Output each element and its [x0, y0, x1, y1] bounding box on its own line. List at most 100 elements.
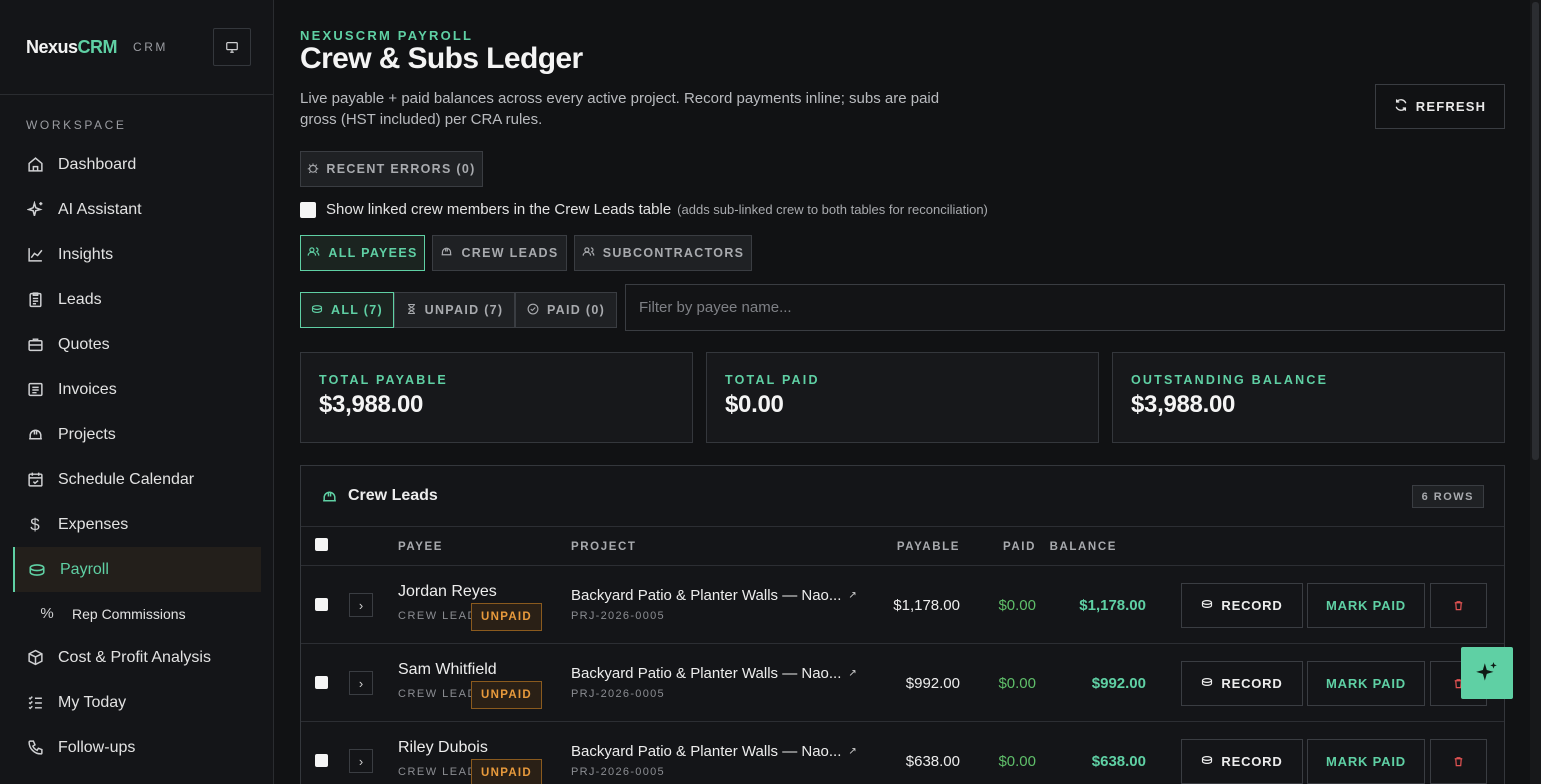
bug-icon: [307, 162, 319, 177]
payee-role: CREW LEAD: [398, 688, 477, 700]
dollar-icon: $: [30, 514, 40, 534]
sidebar-item-label: Expenses: [58, 515, 129, 533]
status-badge: UNPAID: [471, 759, 543, 784]
tab-label: SUBCONTRACTORS: [602, 246, 745, 260]
tab-status-unpaid[interactable]: UNPAID (7): [394, 292, 515, 328]
sidebar-item-payroll[interactable]: Payroll: [13, 547, 261, 592]
sidebar-item-follow-ups[interactable]: Follow-ups: [0, 725, 273, 770]
sidebar-item-label: Payroll: [60, 560, 109, 578]
recent-errors-button[interactable]: RECENT ERRORS (0): [300, 151, 483, 187]
sidebar-item-insights[interactable]: Insights: [0, 232, 273, 277]
expand-row-button[interactable]: ›: [349, 749, 373, 773]
outstanding-balance-card: OUTSTANDING BALANCE $3,988.00: [1112, 352, 1505, 443]
hourglass-icon: [406, 303, 417, 318]
record-payment-button[interactable]: RECORD: [1181, 739, 1303, 784]
delete-row-button[interactable]: [1430, 583, 1487, 628]
brand-logo[interactable]: NexusCRM: [26, 37, 118, 58]
tab-crew-leads[interactable]: CREW LEADS: [432, 235, 567, 271]
ai-assistant-fab-button[interactable]: [1461, 647, 1513, 699]
refresh-label: REFRESH: [1415, 99, 1487, 114]
table-row: › Riley Dubois CREW LEAD UNPAID Backyard…: [301, 722, 1504, 784]
tab-subcontractors[interactable]: SUBCONTRACTORS: [574, 235, 752, 271]
expand-row-button[interactable]: ›: [349, 593, 373, 617]
sidebar-item-projects[interactable]: Projects: [0, 412, 273, 457]
column-project[interactable]: PROJECT: [571, 541, 637, 553]
recent-errors-label: RECENT ERRORS (0): [326, 162, 476, 176]
coins-icon: [1201, 676, 1213, 691]
external-link-icon: ↗: [848, 590, 857, 601]
mark-paid-button[interactable]: MARK PAID: [1307, 739, 1425, 784]
sidebar-item-label: Leads: [58, 290, 102, 308]
sidebar-item-ai-assistant[interactable]: AI Assistant: [0, 187, 273, 232]
project-link[interactable]: Backyard Patio & Planter Walls — Nao... ↗: [571, 587, 857, 604]
total-payable-value: $3,988.00: [319, 391, 424, 418]
page-title: Crew & Subs Ledger: [300, 42, 583, 75]
sidebar-item-expenses[interactable]: $ Expenses: [0, 502, 273, 547]
workspace-section-label: WORKSPACE: [26, 118, 127, 132]
sidebar-item-cost-profit-analysis[interactable]: Cost & Profit Analysis: [0, 635, 273, 680]
sidebar-item-dashboard[interactable]: Dashboard: [0, 142, 273, 187]
check-circle-icon: [527, 303, 539, 318]
record-label: RECORD: [1221, 598, 1283, 613]
record-payment-button[interactable]: RECORD: [1181, 583, 1303, 628]
money-icon: [28, 561, 46, 579]
select-all-checkbox[interactable]: [315, 538, 328, 551]
delete-row-button[interactable]: [1430, 739, 1487, 784]
row-checkbox[interactable]: [315, 754, 328, 767]
tab-status-paid[interactable]: PAID (0): [515, 292, 617, 328]
users-icon: [582, 245, 595, 261]
payee-filter-input[interactable]: [625, 284, 1505, 331]
phone-icon: [26, 739, 44, 757]
column-payable[interactable]: PAYABLE: [897, 541, 960, 553]
home-icon: [26, 156, 44, 174]
page-scrollbar[interactable]: [1530, 0, 1541, 784]
row-checkbox[interactable]: [315, 676, 328, 689]
paid-amount: $0.00: [998, 597, 1036, 614]
scrollbar-thumb[interactable]: [1532, 2, 1539, 460]
project-name: Backyard Patio & Planter Walls — Nao...: [571, 587, 842, 604]
column-paid[interactable]: PAID: [1003, 541, 1036, 553]
expand-row-button[interactable]: ›: [349, 671, 373, 695]
tab-label: ALL PAYEES: [328, 246, 418, 260]
brand-header: NexusCRM CRM: [0, 0, 273, 95]
sidebar-item-leads[interactable]: Leads: [0, 277, 273, 322]
monitor-toggle-button[interactable]: [213, 28, 251, 66]
record-payment-button[interactable]: RECORD: [1181, 661, 1303, 706]
page-subtitle: Live payable + paid balances across ever…: [300, 90, 940, 128]
linked-crew-checkbox[interactable]: [300, 201, 316, 218]
tab-status-all[interactable]: ALL (7): [300, 292, 394, 328]
hardhat-icon: [26, 426, 44, 444]
payable-amount: $1,178.00: [893, 597, 960, 614]
sidebar-item-schedule-calendar[interactable]: Schedule Calendar: [0, 457, 273, 502]
tab-all-payees[interactable]: ALL PAYEES: [300, 235, 425, 271]
app: NexusCRM CRM WORKSPACE Dashboard AI Assi…: [0, 0, 1541, 784]
balance-amount: $992.00: [1091, 675, 1146, 692]
main-content: NEXUSCRM PAYROLL Crew & Subs Ledger Live…: [274, 0, 1541, 784]
sidebar-item-label: Projects: [58, 425, 116, 443]
chevron-right-icon: ›: [358, 597, 364, 613]
paid-amount: $0.00: [998, 753, 1036, 770]
refresh-button[interactable]: REFRESH: [1375, 84, 1505, 129]
mark-paid-button[interactable]: MARK PAID: [1307, 583, 1425, 628]
sidebar-item-label: Cost & Profit Analysis: [58, 648, 211, 666]
payee-name: Jordan Reyes: [398, 583, 497, 600]
project-name: Backyard Patio & Planter Walls — Nao...: [571, 665, 842, 682]
sidebar-item-quotes[interactable]: Quotes: [0, 322, 273, 367]
mark-paid-button[interactable]: MARK PAID: [1307, 661, 1425, 706]
linked-crew-label[interactable]: Show linked crew members in the Crew Lea…: [326, 201, 671, 218]
paid-amount: $0.00: [998, 675, 1036, 692]
external-link-icon: ↗: [848, 668, 857, 679]
sidebar-nav: Dashboard AI Assistant Insights Leads Qu…: [0, 142, 273, 770]
sidebar-item-rep-commissions[interactable]: % Rep Commissions: [0, 592, 273, 635]
linked-crew-hint: (adds sub-linked crew to both tables for…: [677, 202, 988, 217]
column-payee[interactable]: PAYEE: [398, 541, 443, 553]
sidebar-item-invoices[interactable]: Invoices: [0, 367, 273, 412]
coins-icon: [1201, 754, 1213, 769]
brand-subtitle: CRM: [133, 40, 168, 54]
row-checkbox[interactable]: [315, 598, 328, 611]
sidebar-item-my-today[interactable]: My Today: [0, 680, 273, 725]
project-link[interactable]: Backyard Patio & Planter Walls — Nao... ↗: [571, 743, 857, 760]
project-link[interactable]: Backyard Patio & Planter Walls — Nao... ↗: [571, 665, 857, 682]
sidebar-item-label: Invoices: [58, 380, 117, 398]
column-balance[interactable]: BALANCE: [1050, 541, 1117, 553]
